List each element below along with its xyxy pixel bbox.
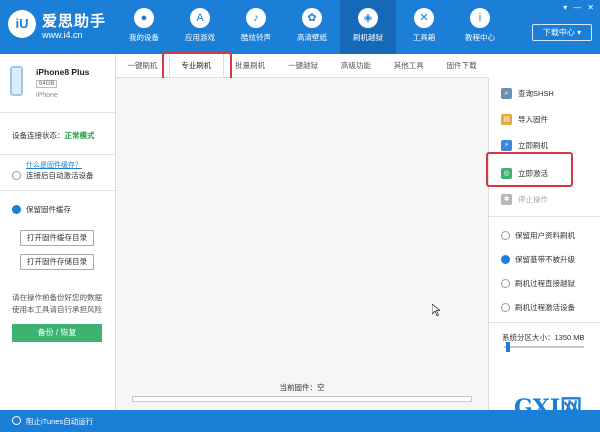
nav-my-device[interactable]: ● 我的设备 [116,0,172,54]
keep-user-data-option[interactable]: 保留用户资料刷机 [501,230,575,241]
radio[interactable] [501,231,510,240]
flower-icon: ✿ [302,8,322,28]
backup-restore-button[interactable]: 备份 / 恢复 [12,324,102,342]
app-logo-icon: iU [8,10,36,38]
keep-cache-option[interactable]: 保留固件缓存 [12,204,71,215]
tab-one-click-flash[interactable]: 一键刷机 [116,54,169,77]
bell-icon: ♪ [246,8,266,28]
activate-during-flash-option[interactable]: 刷机过程激活设备 [501,302,575,313]
box-icon: ◈ [358,8,378,28]
radio[interactable] [12,171,21,180]
close-icon[interactable]: ✕ [587,3,594,12]
folder-icon: ▤ [501,114,512,125]
app-site: www.i4.cn [42,30,83,40]
main-nav: ● 我的设备 A 应用游戏 ♪ 酷炫铃声 ✿ 高清壁纸 ◈ 刷机越狱 ✕ 工具箱 i 教程中心 [116,0,508,54]
tab-other-tools[interactable]: 其他工具 [382,54,435,77]
flash-now-button[interactable]: ⚡ 立即刷机 [501,140,548,151]
firmware-area [116,78,488,410]
system-partition-label: 系统分区大小：1350 MB [502,333,585,342]
radio[interactable] [501,255,510,264]
highlight-box [162,52,232,80]
lightning-icon: ⚡ [501,140,512,151]
stop-icon: ✱ [501,194,512,205]
divider [0,154,115,155]
connection-status: 设备连接状态：正常模式 [12,131,95,140]
nav-flash-jailbreak[interactable]: ◈ 刷机越狱 [340,0,396,54]
tab-one-click-jailbreak[interactable]: 一键越狱 [277,54,330,77]
window-controls: ▾ — ✕ [563,3,594,12]
progress-bar [132,396,472,402]
divider [0,190,115,191]
stop-button[interactable]: ✱ 停止操作 [501,194,548,205]
block-itunes-radio[interactable] [12,416,21,425]
info-icon: i [470,8,490,28]
divider [489,322,600,323]
nav-toolbox[interactable]: ✕ 工具箱 [396,0,452,54]
nav-tutorials[interactable]: i 教程中心 [452,0,508,54]
divider [0,112,115,113]
open-cache-dir-button[interactable]: 打开固件缓存目录 [20,230,94,246]
jailbreak-during-flash-option[interactable]: 刷机过程直接越狱 [501,278,575,289]
watermark: GXI网 system.com [514,395,583,423]
search-icon: ⌕ [501,88,512,99]
apple-icon: ● [134,8,154,28]
nav-ringtones[interactable]: ♪ 酷炫铃声 [228,0,284,54]
tools-icon: ✕ [414,8,434,28]
block-itunes-label: 阻止iTunes自动运行 [26,417,94,426]
minimize-icon[interactable]: — [573,3,581,12]
cache-help-link[interactable]: 什么是固件缓存？ [26,160,82,170]
radio-checked[interactable] [12,205,21,214]
risk-note: 请在操作前备份好您的数据使用本工具请自行承担风险 [12,293,102,314]
radio[interactable] [501,303,510,312]
keep-baseband-option[interactable]: 保留基带不被升级 [501,254,575,265]
tab-firmware-download[interactable]: 固件下载 [435,54,488,77]
partition-slider-handle[interactable] [506,342,511,352]
phone-icon [10,66,23,96]
device-type: iPhone [36,92,58,99]
right-panel: ⌕ 查询SHSH ▤ 导入固件 ⚡ 立即刷机 ◎ 立即激活 ✱ 停止操作 保留用户资料刷机… [488,78,600,410]
current-firmware-label: 当前固件：空 [279,383,325,392]
app-header: iU 爱思助手 www.i4.cn ● 我的设备 A 应用游戏 ♪ 酷炫铃声 ✿ 高清壁… [0,0,600,54]
query-shsh-button[interactable]: ⌕ 查询SHSH [501,88,554,99]
open-store-dir-button[interactable]: 打开固件存储目录 [20,254,94,270]
auto-activate-option[interactable]: 连接后自动激活设备 [12,170,94,181]
divider [489,216,600,217]
app-store-icon: A [190,8,210,28]
download-center-button[interactable]: 下载中心 ▾ [532,24,592,41]
import-firmware-button[interactable]: ▤ 导入固件 [501,114,548,125]
highlight-box [486,152,573,187]
tab-advanced[interactable]: 高级功能 [329,54,382,77]
mouse-cursor-icon [432,304,440,316]
radio[interactable] [501,279,510,288]
menu-icon[interactable]: ▾ [563,3,567,12]
nav-wallpapers[interactable]: ✿ 高清壁纸 [284,0,340,54]
device-name: iPhone8 Plus [36,67,90,77]
status-bar: 阻止iTunes自动运行 [0,410,600,432]
status-badge: 正常模式 [64,131,95,140]
app-name: 爱思助手 [42,13,107,30]
nav-apps[interactable]: A 应用游戏 [172,0,228,54]
device-card: iPhone8 Plus 64GB iPhone [8,64,108,104]
device-capacity: 64GB [36,80,58,88]
partition-slider-track[interactable] [504,346,584,348]
